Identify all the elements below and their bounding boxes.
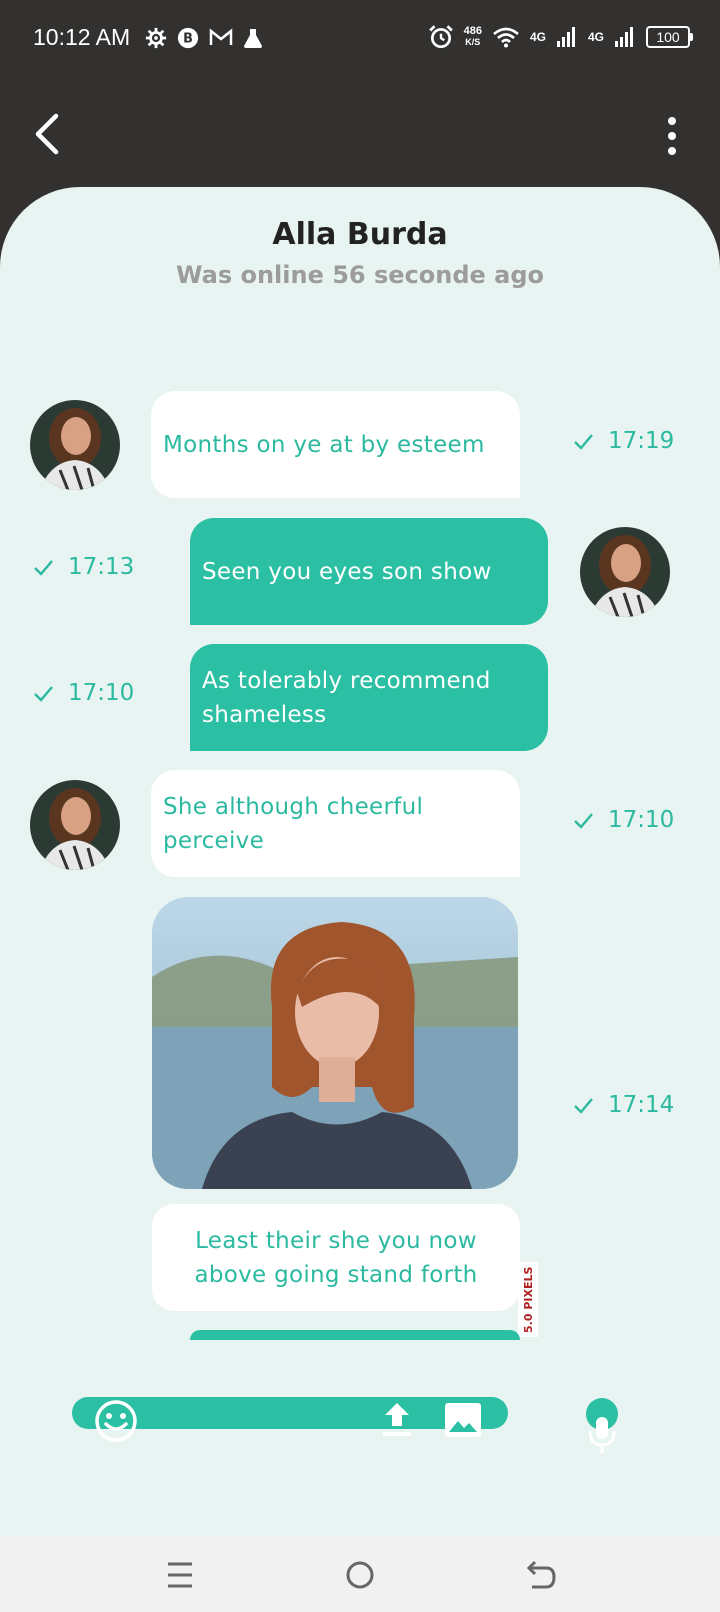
chat-panel: Alla Burda Was online 56 seconde ago Mon… (0, 187, 720, 1537)
network-type-2: 4G (587, 30, 604, 44)
network-type-1: 4G (529, 30, 546, 44)
home-icon[interactable] (342, 1557, 378, 1593)
check-icon (574, 434, 593, 450)
message-meta: 17:14 (572, 1092, 674, 1118)
back-button[interactable] (28, 112, 68, 156)
message-bubble-outgoing-partial (190, 1330, 520, 1340)
status-bar: 10:12 AM B 486 K/S 4G 4G 100 (0, 0, 720, 80)
b-circle-icon: B (177, 27, 199, 49)
message-meta: 17:13 (32, 554, 134, 580)
image-icon[interactable] (443, 1401, 483, 1439)
signal-icon-2 (615, 27, 633, 47)
status-notification-icons: B (145, 27, 263, 49)
svg-text:B: B (183, 32, 193, 47)
signal-icon-1 (556, 27, 575, 47)
message-meta: 17:10 (32, 680, 134, 706)
network-speed: 486 K/S (463, 25, 482, 48)
more-options-button[interactable] (660, 115, 684, 157)
message-bubble-incoming[interactable]: Months on ye at by esteem (151, 391, 520, 498)
wifi-icon (493, 27, 519, 48)
avatar[interactable] (580, 527, 670, 617)
check-icon (34, 560, 53, 576)
check-icon (574, 813, 593, 829)
message-bubble-incoming[interactable]: She although cheerful perceive (151, 770, 520, 877)
avatar[interactable] (30, 400, 120, 490)
menu-icon[interactable] (162, 1557, 198, 1593)
contact-name: Alla Burda (272, 217, 448, 252)
check-icon (34, 686, 53, 702)
check-icon (574, 1098, 593, 1114)
watermark: 5.0 PIXELS (518, 1262, 538, 1337)
message-image[interactable] (152, 897, 518, 1189)
battery-indicator: 100 (646, 26, 693, 48)
message-meta: 17:19 (572, 428, 674, 454)
upload-icon[interactable] (380, 1399, 414, 1439)
contact-status: Was online 56 seconde ago (176, 261, 544, 289)
settings-icon (145, 27, 167, 49)
message-meta: 17:10 (572, 807, 674, 833)
emoji-icon[interactable] (94, 1399, 138, 1443)
microphone-icon[interactable] (584, 1397, 620, 1455)
avatar[interactable] (30, 780, 120, 870)
status-time: 10:12 AM (33, 24, 131, 50)
status-system-icons: 486 K/S 4G 4G 100 (428, 24, 693, 50)
gmail-icon (209, 28, 233, 45)
system-navigation-bar (0, 1537, 720, 1612)
back-icon[interactable] (522, 1557, 558, 1593)
message-bubble-incoming[interactable]: Least their she you now above going stan… (152, 1204, 520, 1311)
flask-icon (244, 29, 262, 48)
alarm-icon (428, 25, 453, 49)
message-bubble-outgoing[interactable]: Seen you eyes son show (190, 518, 548, 625)
message-bubble-outgoing[interactable]: As tolerably recommend shameless (190, 644, 548, 751)
